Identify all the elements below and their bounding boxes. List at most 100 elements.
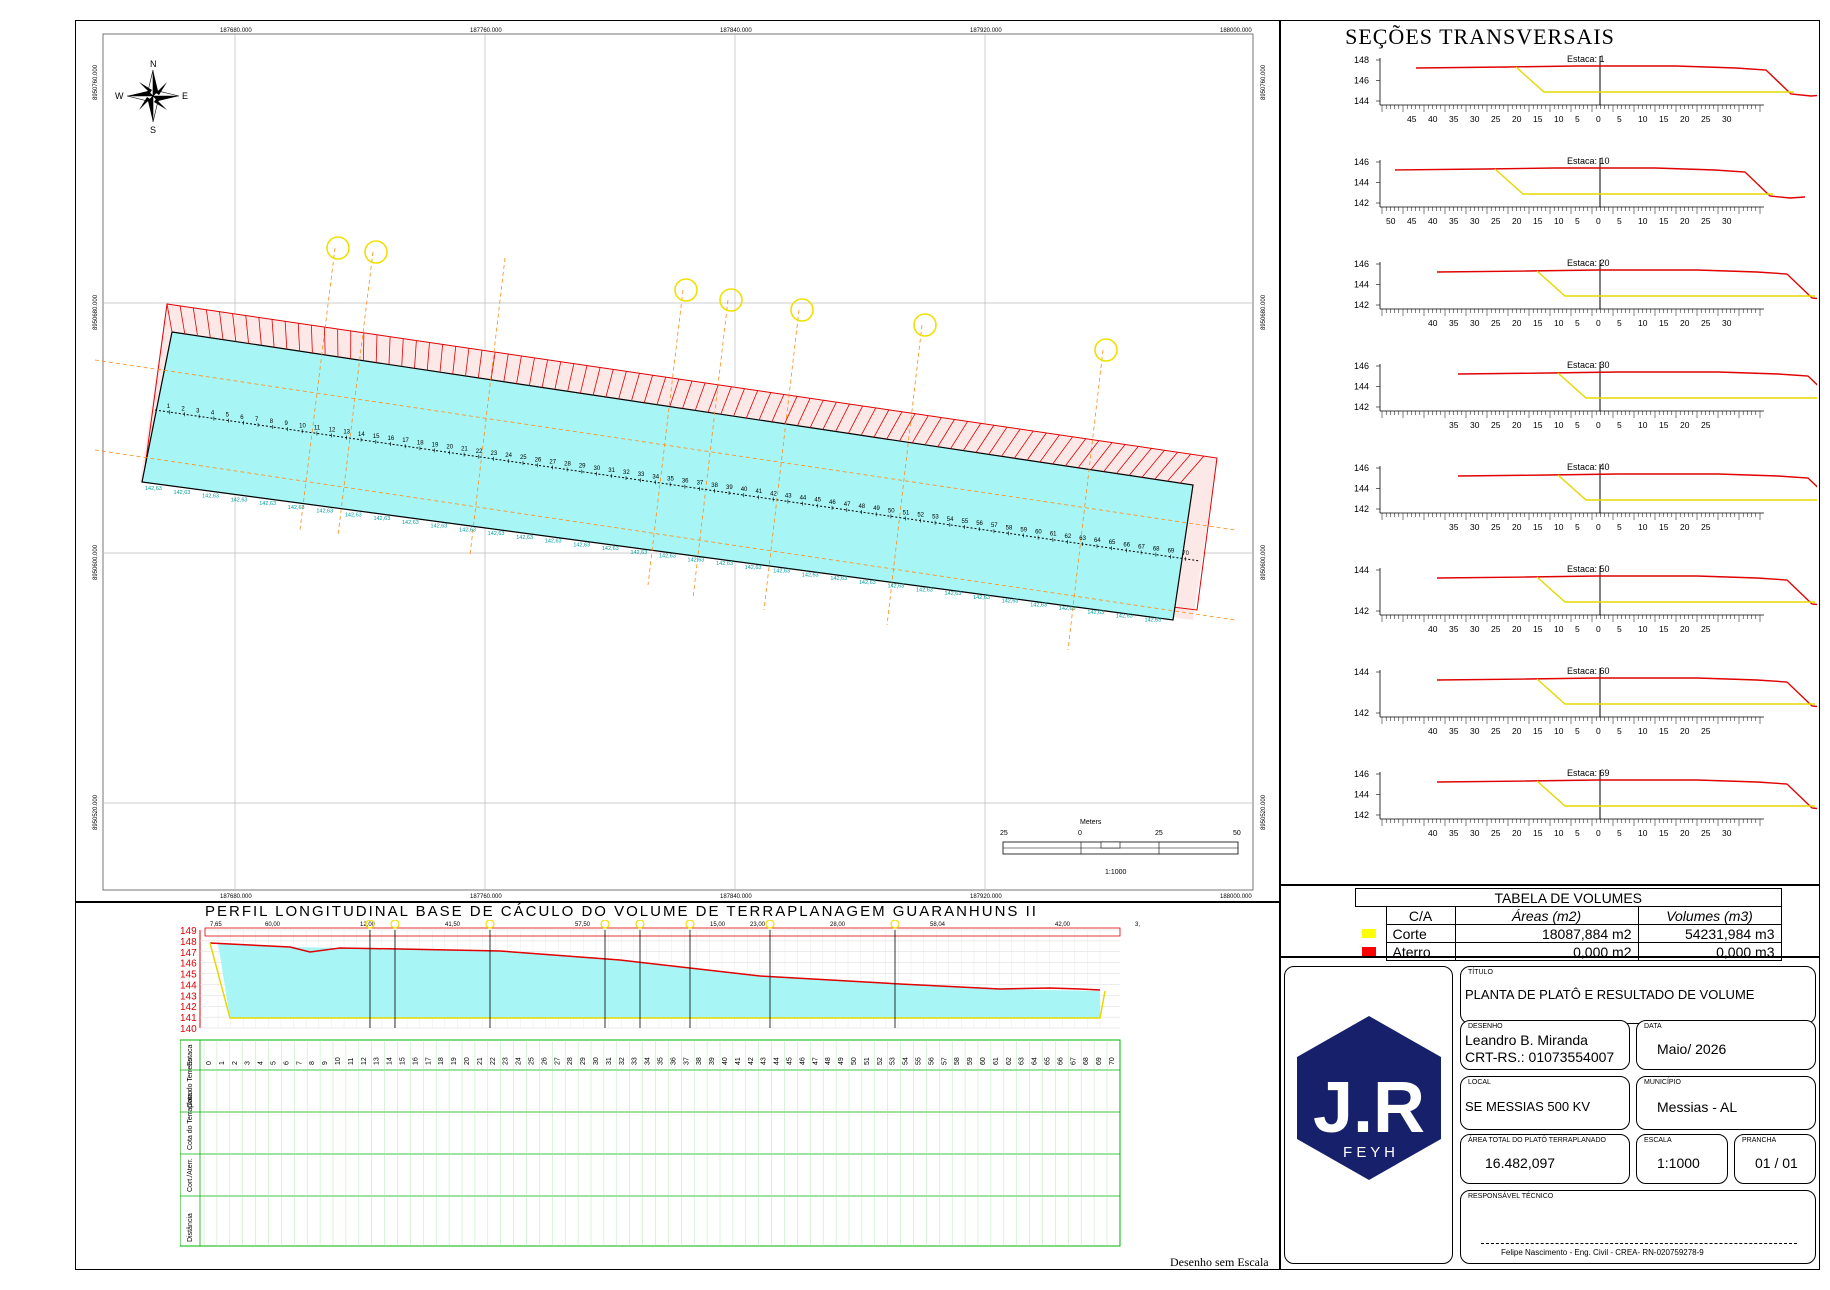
prancha-box: PRANCHA 01 / 01 xyxy=(1734,1134,1816,1184)
profile-station-number: 39 xyxy=(709,1057,716,1065)
volume-table-title: TABELA DE VOLUMES xyxy=(1355,888,1782,907)
section-x-label: 10 xyxy=(1554,522,1564,532)
section-x-label: 25 xyxy=(1701,522,1711,532)
scale-tick-1: 25 xyxy=(1000,830,1008,837)
station-label: 45 xyxy=(814,498,821,504)
section-x-label: 25 xyxy=(1701,318,1711,328)
station-label: 18 xyxy=(417,440,424,446)
section-x-label: 0 xyxy=(1596,624,1601,634)
section-x-label: 30 xyxy=(1470,522,1480,532)
section-y-label: 144 xyxy=(1354,280,1369,290)
section-x-label: 40 xyxy=(1428,726,1438,736)
section-x-label: 5 xyxy=(1617,216,1622,226)
section-x-label: 25 xyxy=(1491,726,1501,736)
section-x-label: 40 xyxy=(1428,114,1438,124)
section-x-label: 5 xyxy=(1617,420,1622,430)
profile-station-number: 25 xyxy=(529,1057,536,1065)
section-x-label: 0 xyxy=(1596,522,1601,532)
logo-main-text: J.R xyxy=(1313,1068,1425,1148)
municipio-label: MUNICÍPIO xyxy=(1644,1079,1681,1086)
section-x-label: 0 xyxy=(1596,420,1601,430)
station-label: 32 xyxy=(623,470,630,476)
section-y-label: 142 xyxy=(1354,300,1369,310)
responsavel-value: Felipe Nascimento - Eng. Civil - CREA- R… xyxy=(1501,1248,1704,1257)
coord-bottom-4: 187920.000 xyxy=(970,894,1002,900)
profile-station-number: 18 xyxy=(438,1057,445,1065)
section-x-label: 20 xyxy=(1680,318,1690,328)
section-x-label: 0 xyxy=(1596,318,1601,328)
elevation-label: 142,63 xyxy=(516,535,533,541)
profile-station-number: 33 xyxy=(632,1057,639,1065)
elevation-label: 142,63 xyxy=(545,539,562,545)
section-x-label: 15 xyxy=(1659,420,1669,430)
station-label: 59 xyxy=(1020,527,1027,533)
profile-station-number: 42 xyxy=(748,1057,755,1065)
profile-section-marker xyxy=(635,920,645,929)
section-x-label: 10 xyxy=(1554,114,1564,124)
station-label: 16 xyxy=(387,436,394,442)
profile-station-number: 31 xyxy=(606,1057,613,1065)
section-x-label: 40 xyxy=(1428,828,1438,838)
section-x-label: 20 xyxy=(1680,522,1690,532)
station-label: 40 xyxy=(741,487,748,493)
station-label: 43 xyxy=(785,493,792,499)
coord-top-5: 188000.000 xyxy=(1220,28,1252,34)
profile-station-number: 69 xyxy=(1096,1057,1103,1065)
responsavel-box: RESPONSÁVEL TÉCNICO Felipe Nascimento - … xyxy=(1460,1190,1816,1264)
area-label: ÁREA TOTAL DO PLATÔ TERRAPLANADO xyxy=(1468,1137,1606,1144)
elevation-label: 142,63 xyxy=(459,527,476,533)
section-x-label: 10 xyxy=(1638,318,1648,328)
station-label: 42 xyxy=(770,491,777,497)
profile-section-marker xyxy=(890,920,900,929)
profile-station-number: 9 xyxy=(322,1061,329,1065)
section-x-label: 5 xyxy=(1617,726,1622,736)
section-x-label: 20 xyxy=(1680,726,1690,736)
scale-tick-4: 50 xyxy=(1233,830,1241,837)
logo-box: J.R F E Y H xyxy=(1284,966,1453,1264)
coord-bottom-3: 187840.000 xyxy=(720,894,752,900)
profile-title: PERFIL LONGITUDINAL BASE DE CÁCULO DO VO… xyxy=(205,903,1038,920)
profile-station-number: 32 xyxy=(619,1057,626,1065)
section-platform-line xyxy=(1515,66,1794,93)
section-platform-line xyxy=(1536,678,1815,705)
station-label: 68 xyxy=(1153,547,1160,553)
station-label: 66 xyxy=(1123,542,1130,548)
profile-dimension-label: 60,00 xyxy=(265,922,281,928)
aterro-swatch xyxy=(1361,947,1376,956)
volume-table: TABELA DE VOLUMES C/A Áreas (m2) Volumes… xyxy=(1355,888,1782,961)
elevation-label: 142,63 xyxy=(602,546,619,552)
profile-station-number: 34 xyxy=(645,1057,652,1065)
profile-section-marker xyxy=(600,920,610,929)
compass-w: W xyxy=(115,91,124,101)
elevation-label: 142,63 xyxy=(973,595,990,601)
responsavel-label: RESPONSÁVEL TÉCNICO xyxy=(1468,1193,1554,1200)
station-label: 34 xyxy=(652,474,659,480)
coord-left-1: 8950760.000 xyxy=(93,64,99,100)
scale-unit: Meters xyxy=(1080,819,1102,826)
section-x-label: 15 xyxy=(1659,726,1669,736)
profile-station-number: 70 xyxy=(1109,1057,1116,1065)
section-x-label: 25 xyxy=(1491,522,1501,532)
section-8: 146 144 142 40 35 30 25 20 15 10 5 0 5 10 15 20 25 30 Esta… xyxy=(1354,768,1817,838)
section-x-label: 25 xyxy=(1701,624,1711,634)
profile-dimension-label: 23,00 xyxy=(750,922,766,928)
profile-station-number: 41 xyxy=(735,1057,742,1065)
company-logo: J.R F E Y H xyxy=(1297,1016,1441,1180)
section-x-label: 25 xyxy=(1491,828,1501,838)
elevation-label: 142,63 xyxy=(259,501,276,507)
station-label: 26 xyxy=(535,457,542,463)
station-label: 10 xyxy=(299,423,306,429)
section-y-label: 142 xyxy=(1354,504,1369,514)
section-x-label: 20 xyxy=(1680,828,1690,838)
station-label: 65 xyxy=(1109,540,1116,546)
profile-station-number: 67 xyxy=(1070,1057,1077,1065)
scale-bar: Meters 25 0 25 50 1:1000 xyxy=(1000,819,1241,876)
profile-station-number: 55 xyxy=(916,1057,923,1065)
section-label: Estaca: 10 xyxy=(1567,156,1610,166)
elevation-label: 142,63 xyxy=(1087,610,1104,616)
section-x-label: 20 xyxy=(1512,522,1522,532)
station-label: 35 xyxy=(667,476,674,482)
section-x-label: 40 xyxy=(1428,318,1438,328)
profile-dimension-label: 57,50 xyxy=(575,922,591,928)
section-2: 14614414250 45 40 35 30 25 20 15 10 5 0 5 10 15 20 25 30… xyxy=(1354,156,1806,226)
